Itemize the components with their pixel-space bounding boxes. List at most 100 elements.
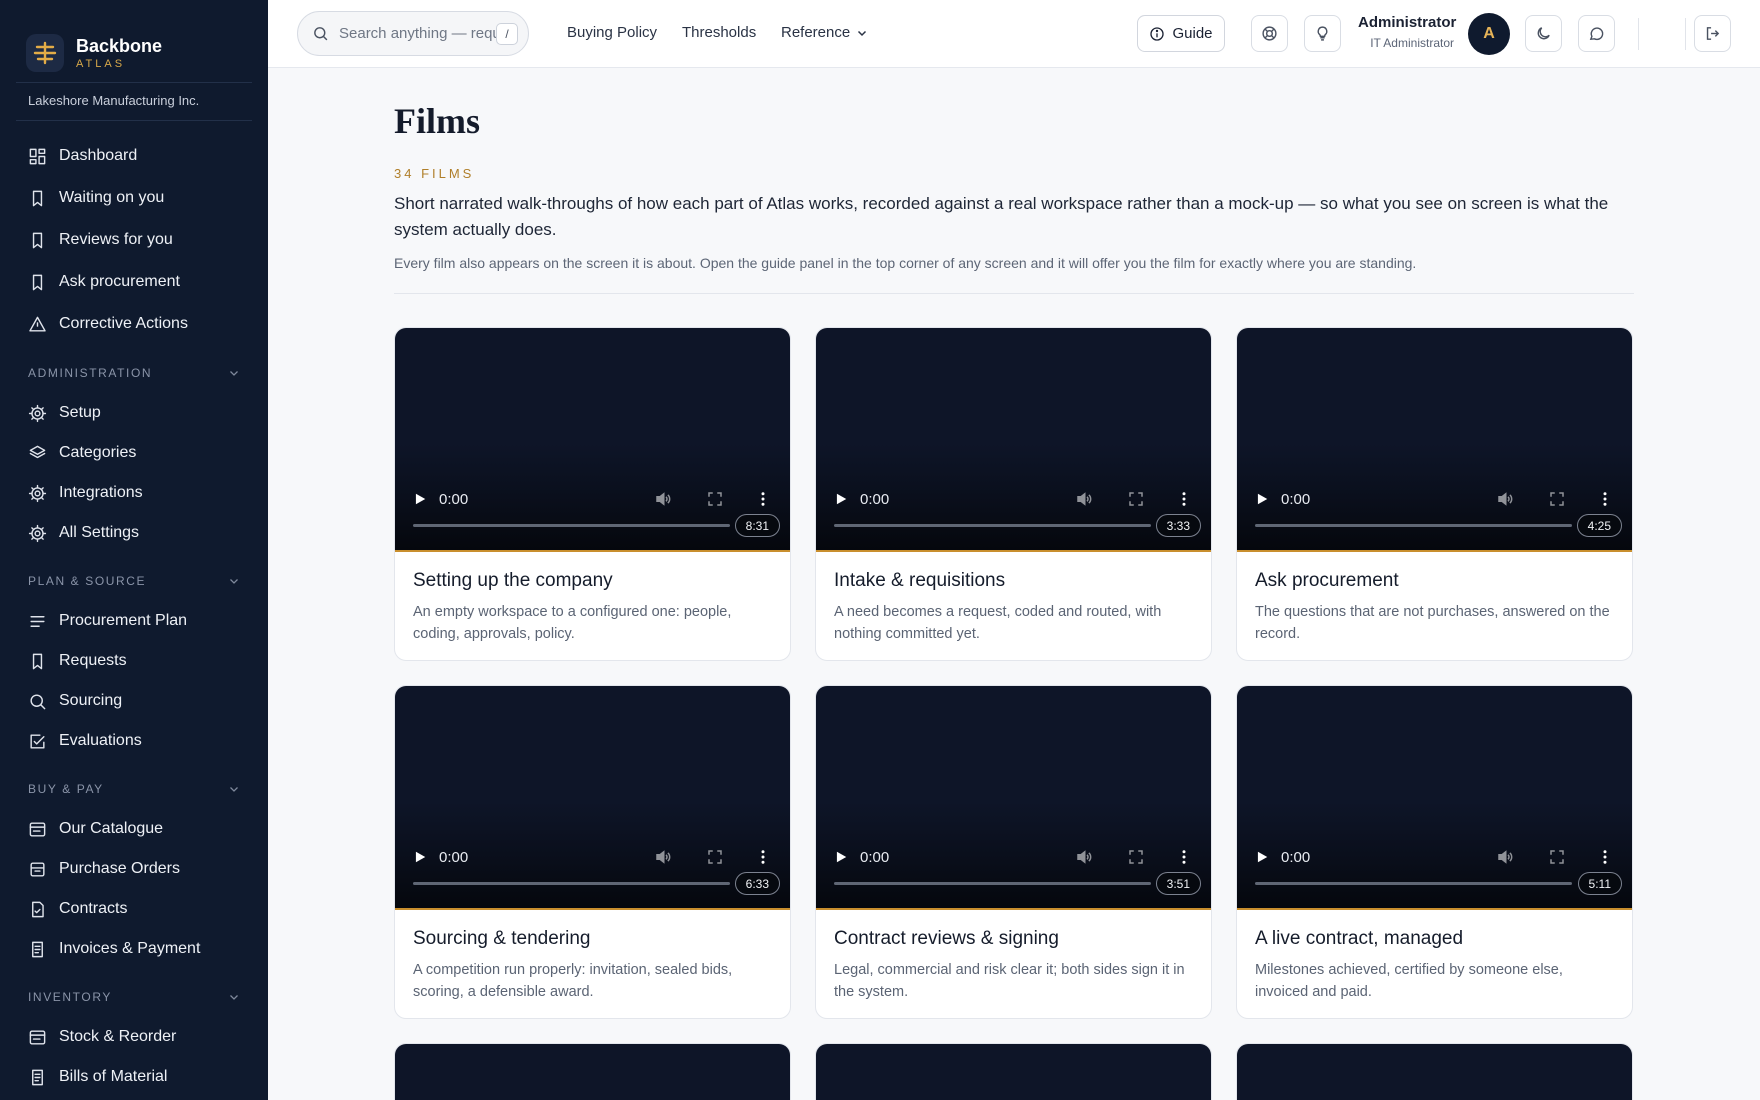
video-progress-track[interactable]: [834, 524, 1151, 527]
page-note: Every film also appears on the screen it…: [394, 255, 1417, 271]
video-progress-track[interactable]: [1255, 882, 1572, 885]
thresholds-link[interactable]: Thresholds: [682, 24, 756, 41]
video-player[interactable]: [395, 1044, 790, 1100]
sidebar-item[interactable]: Sourcing: [0, 681, 268, 721]
volume-icon[interactable]: [654, 848, 672, 866]
sidebar-section-header[interactable]: ADMINISTRATION: [0, 353, 268, 393]
more-options-icon[interactable]: [754, 848, 772, 866]
sidebar-section-header[interactable]: BUY & PAY: [0, 769, 268, 809]
film-card[interactable]: [1236, 1043, 1633, 1100]
film-card[interactable]: 0:00 3:33 Intake & requisitions A need beco…: [815, 327, 1212, 661]
sidebar-item[interactable]: Procurement Plan: [0, 601, 268, 641]
volume-icon[interactable]: [654, 490, 672, 508]
avatar[interactable]: A: [1468, 13, 1510, 55]
page-title: Films: [394, 101, 480, 141]
film-title: A live contract, managed: [1255, 928, 1464, 949]
search-box[interactable]: /: [297, 11, 529, 56]
volume-icon[interactable]: [1496, 848, 1514, 866]
receipt-icon: [32, 941, 43, 957]
video-progress-track[interactable]: [1255, 524, 1572, 527]
video-progress-track[interactable]: [413, 524, 730, 527]
fullscreen-icon[interactable]: [706, 848, 724, 866]
reference-label: Reference: [781, 24, 851, 41]
sidebar-item[interactable]: Ask procurement: [0, 261, 268, 303]
more-options-icon[interactable]: [1596, 490, 1614, 508]
film-card[interactable]: [394, 1043, 791, 1100]
film-card[interactable]: 0:00 3:51 Contract reviews & signing Legal,…: [815, 685, 1212, 1019]
reference-menu[interactable]: Reference: [781, 24, 868, 41]
film-card[interactable]: [815, 1043, 1212, 1100]
more-options-icon[interactable]: [1175, 490, 1193, 508]
film-card[interactable]: 0:00 6:33 Sourcing & tendering A competitio…: [394, 685, 791, 1019]
guide-button[interactable]: Guide: [1137, 15, 1225, 52]
sidebar-item[interactable]: Bills of Material: [0, 1057, 268, 1097]
video-player[interactable]: 0:00 6:33: [395, 686, 790, 910]
sidebar-item[interactable]: Purchase Orders: [0, 849, 268, 889]
sidebar-item[interactable]: Evaluations: [0, 721, 268, 761]
play-icon[interactable]: [1255, 492, 1269, 506]
play-icon[interactable]: [834, 850, 848, 864]
search-input[interactable]: [339, 25, 507, 42]
play-icon[interactable]: [413, 850, 427, 864]
sidebar-item[interactable]: Corrective Actions: [0, 303, 268, 345]
sidebar-item[interactable]: Our Catalogue: [0, 809, 268, 849]
more-options-icon[interactable]: [1175, 848, 1193, 866]
theme-toggle-button[interactable]: [1525, 15, 1562, 52]
video-current-time: 0:00: [439, 490, 469, 508]
sidebar-item[interactable]: Invoices & Payment: [0, 929, 268, 969]
video-player[interactable]: [1237, 1044, 1632, 1100]
film-card[interactable]: 0:00 8:31 Setting up the company An empty w…: [394, 327, 791, 661]
chat-button[interactable]: [1578, 15, 1615, 52]
buying-policy-link[interactable]: Buying Policy: [567, 24, 657, 41]
volume-icon[interactable]: [1496, 490, 1514, 508]
video-progress-track[interactable]: [834, 882, 1151, 885]
play-icon[interactable]: [834, 492, 848, 506]
fullscreen-icon[interactable]: [1127, 490, 1145, 508]
film-description: The questions that are not purchases, an…: [1255, 604, 1610, 642]
video-player[interactable]: 0:00 3:51: [816, 686, 1211, 910]
user-info[interactable]: Administrator IT Administrator: [1358, 14, 1456, 50]
sidebar-item[interactable]: All Settings: [0, 513, 268, 553]
more-options-icon[interactable]: [1596, 848, 1614, 866]
receipt-icon: [32, 1069, 43, 1085]
video-player[interactable]: 0:00 4:25: [1237, 328, 1632, 552]
sidebar-item-label: Our Catalogue: [59, 820, 164, 837]
film-card[interactable]: 0:00 5:11 A live contract, managed Mileston…: [1236, 685, 1633, 1019]
help-button[interactable]: [1251, 15, 1288, 52]
tips-button[interactable]: [1304, 15, 1341, 52]
video-player[interactable]: [816, 1044, 1211, 1100]
film-count: 34 FILMS: [394, 166, 475, 181]
fullscreen-icon[interactable]: [1548, 848, 1566, 866]
video-player[interactable]: 0:00 5:11: [1237, 686, 1632, 910]
sidebar: Backbone ATLAS Lakeshore Manufacturing I…: [0, 0, 268, 1100]
sidebar-item[interactable]: Reviews for you: [0, 219, 268, 261]
fullscreen-icon[interactable]: [706, 490, 724, 508]
sidebar-item[interactable]: Integrations: [0, 473, 268, 513]
sidebar-item[interactable]: Stock & Reorder: [0, 1017, 268, 1057]
video-player[interactable]: 0:00 3:33: [816, 328, 1211, 552]
play-icon[interactable]: [413, 492, 427, 506]
section-title: ADMINISTRATION: [28, 366, 153, 380]
film-card[interactable]: 0:00 4:25 Ask procurement The questions tha…: [1236, 327, 1633, 661]
guide-label: Guide: [1172, 25, 1213, 42]
sidebar-nav: Dashboard Waiting on you Reviews for you As…: [0, 135, 268, 1100]
sidebar-section-header[interactable]: INVENTORY: [0, 977, 268, 1017]
sidebar-item[interactable]: Dashboard: [0, 135, 268, 177]
video-player[interactable]: 0:00 8:31: [395, 328, 790, 552]
sidebar-item[interactable]: Setup: [0, 393, 268, 433]
sidebar-section-header[interactable]: PLAN & SOURCE: [0, 561, 268, 601]
video-progress-track[interactable]: [413, 882, 730, 885]
sidebar-item[interactable]: Waiting on you: [0, 177, 268, 219]
sidebar-item[interactable]: Requests: [0, 641, 268, 681]
volume-icon[interactable]: [1075, 490, 1093, 508]
more-options-icon[interactable]: [754, 490, 772, 508]
sidebar-item[interactable]: Contracts: [0, 889, 268, 929]
sidebar-item[interactable]: Categories: [0, 433, 268, 473]
play-icon[interactable]: [1255, 850, 1269, 864]
lifebuoy-icon: [1262, 26, 1277, 41]
fullscreen-icon[interactable]: [1548, 490, 1566, 508]
volume-icon[interactable]: [1075, 848, 1093, 866]
fullscreen-icon[interactable]: [1127, 848, 1145, 866]
sign-out-button[interactable]: [1694, 15, 1731, 52]
brand[interactable]: Backbone ATLAS: [0, 0, 268, 82]
